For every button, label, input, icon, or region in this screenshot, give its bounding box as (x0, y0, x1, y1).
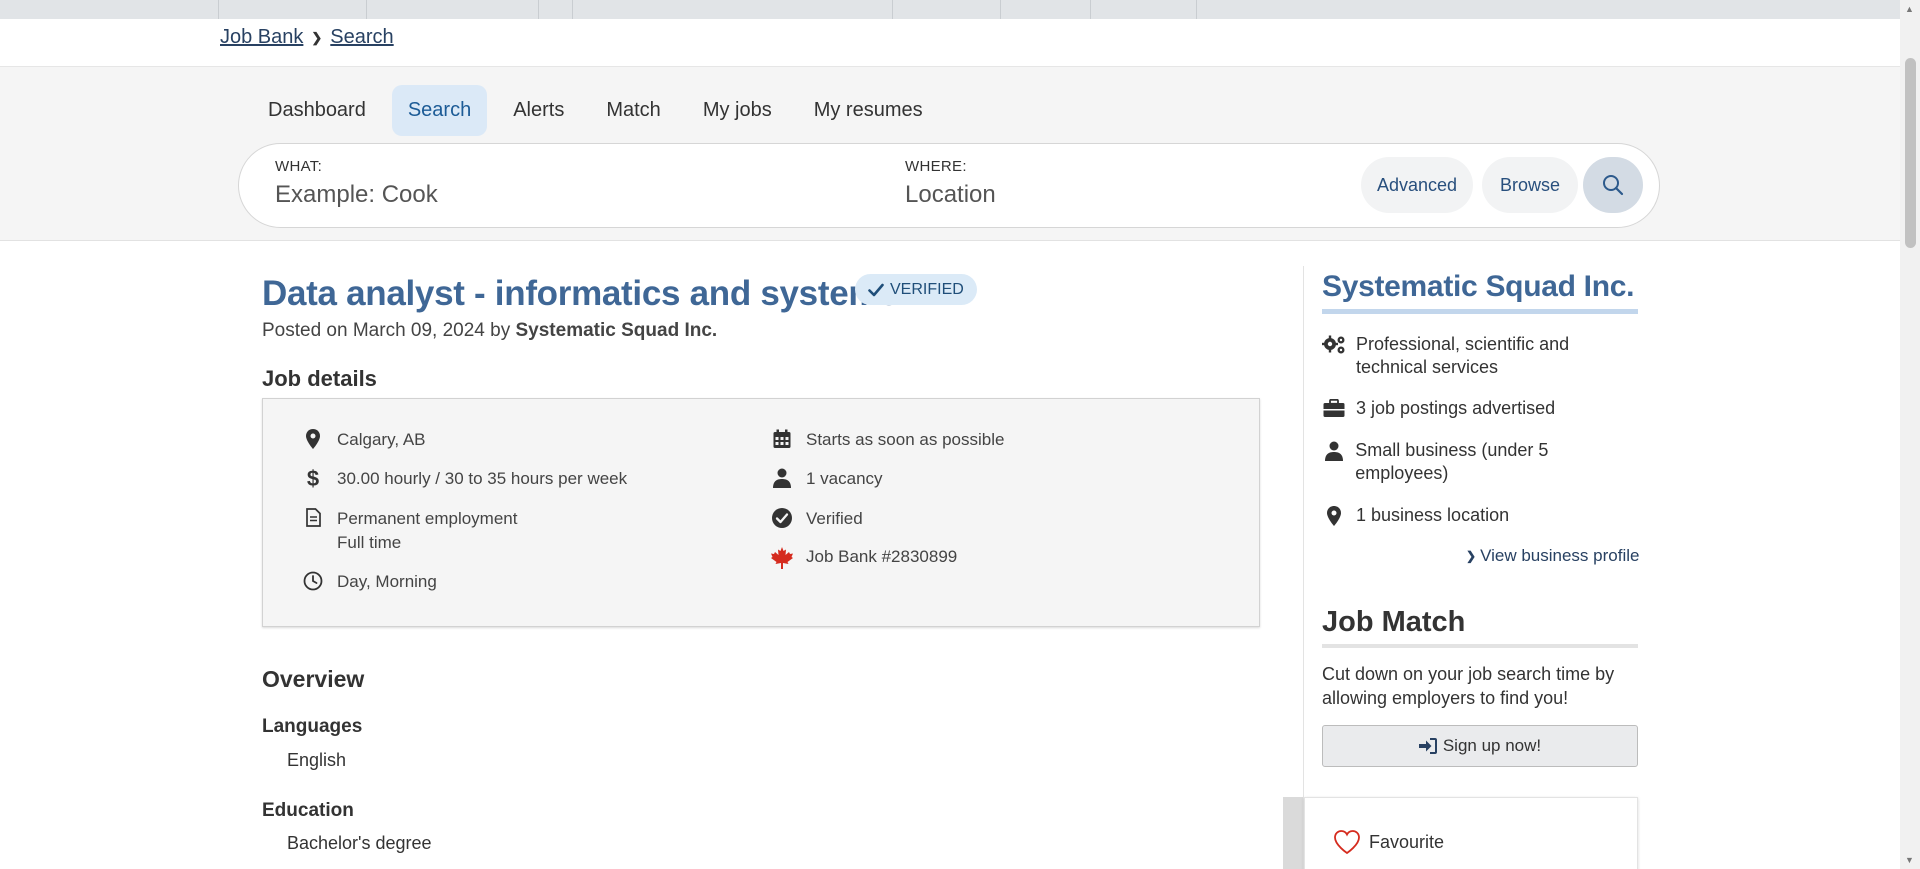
nav-divider (1196, 0, 1197, 19)
company-postings: 3 job postings advertised (1322, 397, 1638, 420)
languages-value: English (287, 750, 347, 770)
nav-divider (538, 0, 539, 19)
map-pin-icon (299, 428, 327, 449)
job-match-heading: Job Match (1322, 606, 1466, 638)
nav-divider (218, 0, 219, 19)
company-industry: Professional, scientific and technical s… (1322, 333, 1638, 379)
verified-badge: VERIFIED (855, 274, 977, 305)
company-underline (1322, 309, 1638, 314)
gears-icon (1322, 333, 1346, 355)
breadcrumb-search-link[interactable]: Search (330, 26, 393, 49)
scrollbar-thumb[interactable] (1905, 58, 1916, 248)
employment-type: Permanent employment (337, 509, 518, 528)
posted-date: Posted on March 09, 2024 by (262, 320, 511, 341)
person-icon (1322, 439, 1345, 461)
browse-button[interactable]: Browse (1482, 157, 1578, 213)
where-label: WHERE: (905, 158, 967, 175)
scroll-down-arrow-icon[interactable]: ▼ (1905, 855, 1914, 865)
search-icon (1603, 175, 1624, 196)
side-scroll-tab (1283, 797, 1303, 869)
breadcrumb-home-link[interactable]: Job Bank (220, 26, 303, 49)
clock-icon (299, 570, 327, 591)
detail-job-number: Job Bank #2830899 (768, 545, 957, 570)
what-field[interactable]: WHAT: Example: Cook (275, 158, 438, 209)
briefcase-icon (1322, 397, 1346, 418)
company-name: Systematic Squad Inc. (1322, 270, 1635, 303)
overview-heading: Overview (262, 666, 365, 692)
view-business-profile-link[interactable]: ❯ View business profile (1466, 546, 1639, 566)
languages-label: Languages (262, 716, 363, 737)
job-details-heading: Job details (262, 366, 377, 391)
job-title: Data analyst - informatics and systems (262, 274, 899, 313)
nav-divider (572, 0, 573, 19)
search-button[interactable] (1583, 157, 1643, 213)
tab-match[interactable]: Match (590, 85, 676, 136)
posted-info: Posted on March 09, 2024 by Systematic S… (262, 320, 717, 342)
posted-employer: Systematic Squad Inc. (515, 320, 718, 341)
job-search-form: WHAT: Example: Cook WHERE: Location Adva… (238, 143, 1660, 228)
company-size: Small business (under 5 employees) (1322, 439, 1638, 485)
top-navigation-bar (0, 0, 1900, 19)
chevron-right-icon: ❯ (311, 29, 323, 45)
heart-icon (1334, 830, 1360, 855)
detail-location: Calgary, AB (299, 428, 426, 452)
checkmark-icon (868, 283, 884, 296)
job-details-panel: Calgary, AB $ 30.00 hourly / 30 to 35 ho… (262, 398, 1260, 627)
nav-divider (366, 0, 367, 19)
job-match-description: Cut down on your job search time by allo… (1322, 664, 1615, 708)
nav-divider (1090, 0, 1091, 19)
tab-search[interactable]: Search (391, 85, 488, 136)
sidebar-divider (1303, 266, 1304, 869)
verified-badge-label: VERIFIED (890, 280, 964, 298)
person-icon (768, 467, 796, 488)
scroll-up-arrow-icon[interactable]: ▲ (1905, 4, 1914, 14)
job-match-underline (1322, 644, 1638, 648)
tab-dashboard[interactable]: Dashboard (252, 85, 382, 136)
detail-vacancy: 1 vacancy (768, 467, 883, 491)
sign-up-button[interactable]: Sign up now! (1322, 725, 1638, 767)
nav-divider (892, 0, 893, 19)
sign-in-icon (1418, 738, 1437, 754)
check-circle-icon (768, 507, 796, 528)
favourite-card: Favourite (1304, 797, 1638, 869)
advanced-button[interactable]: Advanced (1361, 157, 1473, 213)
what-label: WHAT: (275, 158, 323, 175)
detail-pay: $ 30.00 hourly / 30 to 35 hours per week (299, 467, 627, 491)
education-label: Education (262, 800, 354, 821)
document-icon (299, 507, 327, 527)
education-value: Bachelor's degree (287, 833, 432, 853)
nav-divider (1000, 0, 1001, 19)
where-input[interactable]: Location (905, 181, 996, 209)
detail-schedule: Day, Morning (299, 570, 437, 594)
page-scrollbar[interactable]: ▲ ▼ (1900, 0, 1920, 869)
employment-time: Full time (337, 533, 402, 552)
detail-verified: Verified (768, 507, 863, 531)
tab-my-jobs[interactable]: My jobs (687, 85, 788, 136)
tab-alerts[interactable]: Alerts (497, 85, 580, 136)
company-locations: 1 business location (1322, 504, 1638, 527)
map-pin-icon (1322, 504, 1346, 526)
tab-my-resumes[interactable]: My resumes (798, 85, 939, 136)
dollar-icon: $ (306, 466, 320, 491)
chevron-right-icon: ❯ (1466, 549, 1477, 563)
tab-bar: Dashboard Search Alerts Match My jobs My… (252, 85, 939, 136)
favourite-button[interactable]: Favourite (1333, 829, 1444, 855)
where-field[interactable]: WHERE: Location (905, 158, 996, 209)
detail-start: Starts as soon as possible (768, 428, 1004, 452)
what-input[interactable]: Example: Cook (275, 181, 438, 209)
detail-employment: Permanent employment Full time (299, 507, 517, 555)
calendar-icon (768, 428, 796, 449)
maple-leaf-icon (768, 545, 796, 570)
breadcrumb: Job Bank ❯ Search (220, 26, 394, 49)
